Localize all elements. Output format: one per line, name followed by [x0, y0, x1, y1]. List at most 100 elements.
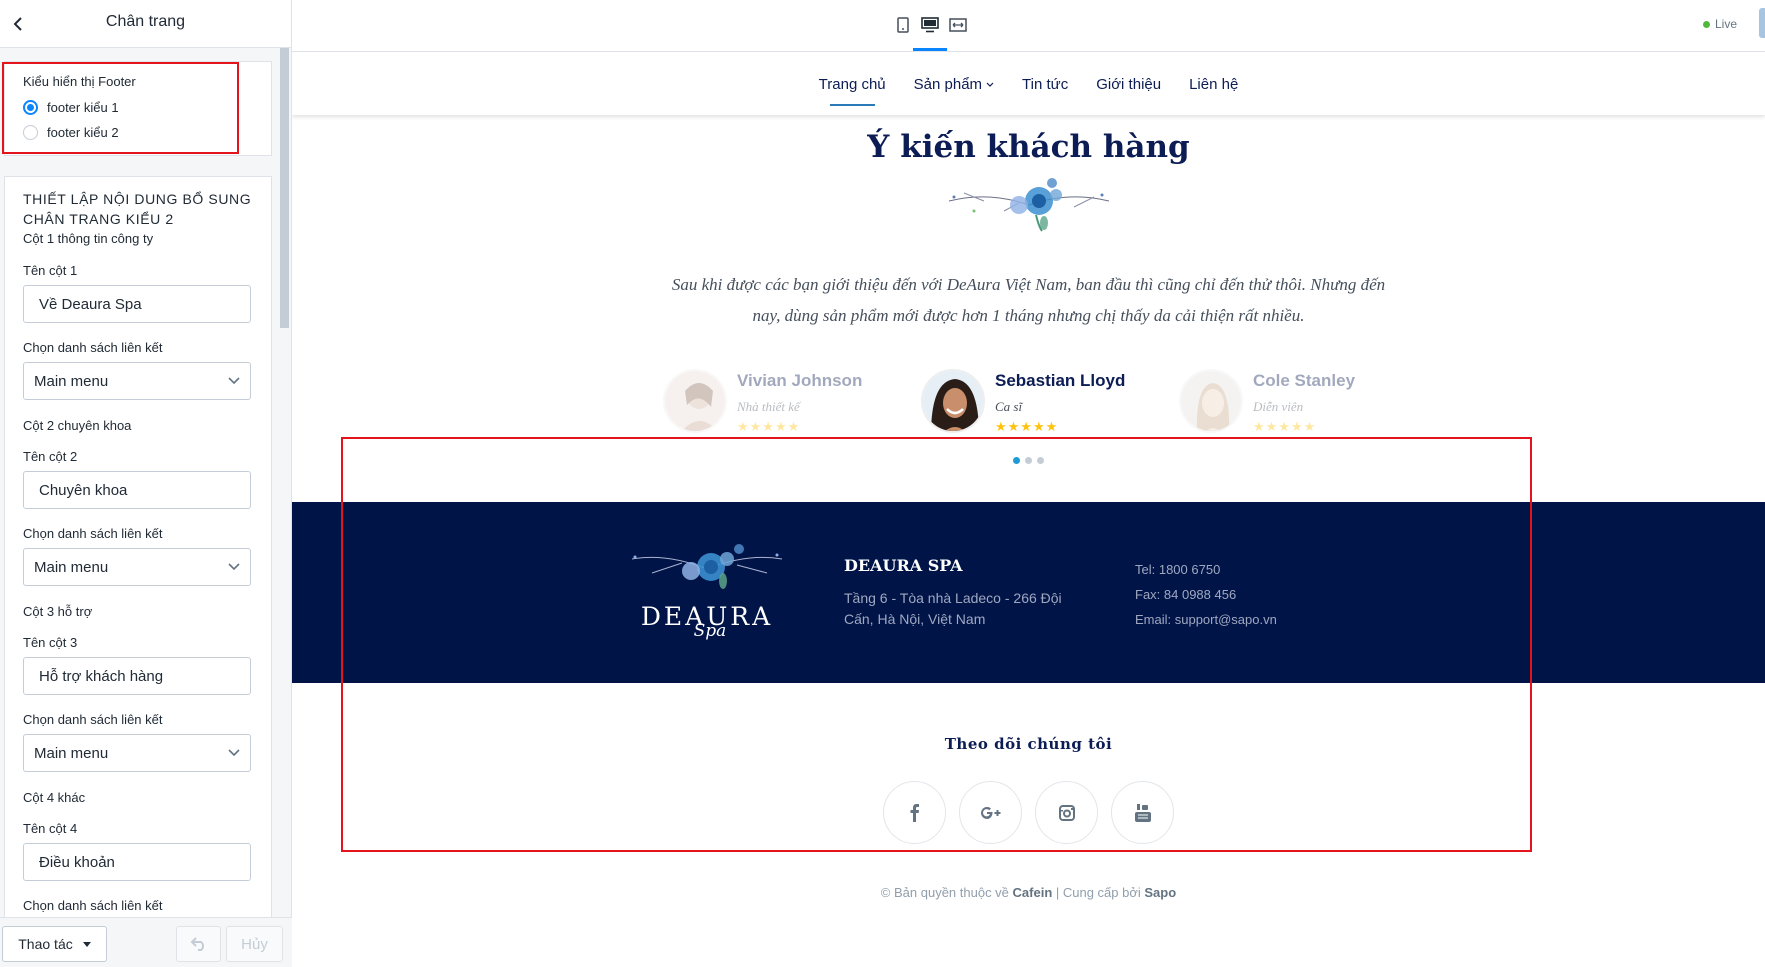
- col3-link-select[interactable]: Main menu: [23, 734, 251, 772]
- settings-subtitle: Cột 1 thông tin công ty: [23, 231, 154, 246]
- fullscreen-view-icon[interactable]: [947, 14, 969, 36]
- mobile-view-icon[interactable]: [892, 14, 914, 36]
- editor-footer-bar: Thao tác Hủy: [0, 917, 292, 967]
- col4-name-input[interactable]: Điều khoản: [23, 843, 251, 881]
- live-status: Live: [1702, 17, 1737, 31]
- col2-link-select[interactable]: Main menu: [23, 548, 251, 586]
- nav-label: Tin tức: [1022, 75, 1069, 93]
- carousel-dot[interactable]: [1037, 457, 1044, 464]
- editor-scrollbar[interactable]: [280, 48, 289, 328]
- radio-button[interactable]: [23, 125, 38, 140]
- caret-down-icon: [82, 941, 91, 947]
- deaura-logo[interactable]: DEAURA Spa: [622, 539, 792, 641]
- person-name: Vivian Johnson: [737, 371, 863, 390]
- footer-tel: Tel: 1800 6750: [1135, 562, 1221, 577]
- youtube-icon[interactable]: [1111, 781, 1174, 844]
- col2-link-label: Chọn danh sách liên kết: [23, 526, 163, 541]
- floral-ornament-icon: [948, 178, 1109, 232]
- nav-item-news[interactable]: Tin tức: [1022, 76, 1068, 93]
- col3-link-label: Chọn danh sách liên kết: [23, 712, 163, 727]
- copyright-provider[interactable]: Sapo: [1144, 885, 1176, 900]
- nav-label: Liên hệ: [1189, 75, 1239, 93]
- radio-footer-style-1[interactable]: footer kiểu 1: [23, 95, 253, 120]
- chevron-down-icon: [986, 82, 994, 87]
- nav-item-products[interactable]: Sản phẩm: [914, 76, 994, 93]
- nav-label: Sản phẩm: [913, 75, 983, 93]
- select-value: Main menu: [34, 372, 109, 390]
- footer-display-label: Kiểu hiển thị Footer: [23, 74, 136, 89]
- actions-label: Thao tác: [18, 936, 73, 952]
- footer-company-column: DEAURA SPA Tầng 6 - Tòa nhà Ladeco - 266…: [844, 556, 1084, 630]
- avatar: [663, 369, 727, 433]
- testimonial-people: Vivian Johnson Nhà thiết kế ★★★★★ Sebast…: [292, 369, 1765, 435]
- radio-label: footer kiểu 1: [47, 100, 119, 115]
- testimonial-section: Ý kiến khách hàng Sau khi được các bạn g…: [292, 115, 1765, 508]
- col1-label: Tên cột 1: [23, 263, 78, 278]
- nav-label: Trang chủ: [818, 75, 886, 93]
- footer-address: Tầng 6 - Tòa nhà Ladeco - 266 Đội Cấn, H…: [844, 590, 1062, 627]
- nav-item-contact[interactable]: Liên hệ: [1189, 76, 1238, 93]
- group2-label: Cột 2 chuyên khoa: [23, 418, 132, 433]
- carousel-dot-active[interactable]: [1013, 457, 1020, 464]
- col1-link-select[interactable]: Main menu: [23, 362, 251, 400]
- google-plus-icon[interactable]: [959, 781, 1022, 844]
- nav-label: Giới thiệu: [1096, 75, 1162, 93]
- rating-stars: ★★★★★: [995, 419, 1059, 434]
- copyright-prefix: © Bản quyền thuộc về: [880, 885, 1013, 900]
- person-role: Ca sĩ: [995, 399, 1023, 414]
- settings-section-title: THIẾT LẬP NỘI DUNG BỔ SUNG CHÂN TRANG KI…: [23, 191, 252, 227]
- footer-info-band: DEAURA Spa DEAURA SPA Tầng 6 - Tòa nhà L…: [292, 502, 1765, 683]
- testimonial-quote: Sau khi được các bạn giới thiệu đến với …: [671, 275, 1386, 325]
- carousel-dots: [292, 457, 1765, 464]
- carousel-dot[interactable]: [1025, 457, 1032, 464]
- live-label: Live: [1714, 17, 1737, 31]
- cancel-button[interactable]: Hủy: [226, 926, 283, 962]
- copyright-text: © Bản quyền thuộc về Cafein | Cung cấp b…: [292, 885, 1765, 900]
- site-navigation: Trang chủ Sản phẩm Tin tức Giới thiệu Li…: [292, 53, 1765, 115]
- col2-name-input[interactable]: Chuyên khoa: [23, 471, 251, 509]
- footer-display-card: Kiểu hiển thị Footer footer kiểu 1 foote…: [4, 61, 272, 156]
- follow-section: Theo dõi chúng tôi © Bản quyền thuộc về …: [292, 683, 1765, 967]
- col3-name-input[interactable]: Hỗ trợ khách hàng: [23, 657, 251, 695]
- group4-label: Cột 4 khác: [23, 790, 86, 805]
- chevron-down-icon: [228, 563, 240, 571]
- copyright-middle: | Cung cấp bởi: [1052, 885, 1145, 900]
- chevron-down-icon: [228, 377, 240, 385]
- follow-title: Theo dõi chúng tôi: [944, 735, 1113, 753]
- person-name: Sebastian Lloyd: [995, 371, 1126, 390]
- undo-button[interactable]: [176, 926, 221, 962]
- copyright-brand[interactable]: Cafein: [1013, 885, 1053, 900]
- actions-dropdown-button[interactable]: Thao tác: [2, 926, 107, 962]
- live-dot-icon: [1702, 20, 1710, 28]
- instagram-icon[interactable]: [1035, 781, 1098, 844]
- editor-title: Chân trang: [105, 13, 186, 30]
- preview-toolbar: Live: [292, 0, 1765, 52]
- edge-tab[interactable]: [1759, 8, 1765, 38]
- col1-link-label: Chọn danh sách liên kết: [23, 340, 163, 355]
- facebook-icon[interactable]: [883, 781, 946, 844]
- testimonial-person[interactable]: Cole Stanley Diễn viên ★★★★★: [1179, 369, 1394, 435]
- undo-icon: [190, 937, 204, 951]
- footer-email[interactable]: Email: support@sapo.vn: [1135, 607, 1277, 632]
- testimonial-person-active[interactable]: Sebastian Lloyd Ca sĩ ★★★★★: [921, 369, 1136, 435]
- footer-brand: DEAURA SPA: [844, 556, 963, 575]
- footer-fax: Fax: 84 0988 456: [1135, 587, 1237, 602]
- col1-name-input[interactable]: Về Deaura Spa: [23, 285, 251, 323]
- radio-label: footer kiểu 2: [47, 125, 119, 140]
- group3-label: Cột 3 hỗ trợ: [23, 604, 93, 619]
- social-links: [292, 781, 1765, 844]
- editor-scroll-area: Kiểu hiển thị Footer footer kiểu 1 foote…: [0, 48, 280, 917]
- nav-item-about[interactable]: Giới thiệu: [1096, 76, 1161, 93]
- testimonial-title: Ý kiến khách hàng: [867, 129, 1190, 165]
- select-value: Main menu: [34, 744, 109, 762]
- nav-item-home[interactable]: Trang chủ: [818, 75, 886, 106]
- col4-label: Tên cột 4: [23, 821, 78, 836]
- radio-button-checked[interactable]: [23, 100, 38, 115]
- floral-logo-icon: [631, 544, 783, 589]
- theme-editor-panel: Chân trang Kiểu hiển thị Footer footer k…: [0, 0, 292, 967]
- testimonial-person[interactable]: Vivian Johnson Nhà thiết kế ★★★★★: [663, 369, 878, 435]
- avatar: [921, 369, 985, 433]
- desktop-view-icon[interactable]: [913, 14, 947, 51]
- radio-footer-style-2[interactable]: footer kiểu 2: [23, 120, 253, 145]
- rating-stars: ★★★★★: [737, 419, 801, 434]
